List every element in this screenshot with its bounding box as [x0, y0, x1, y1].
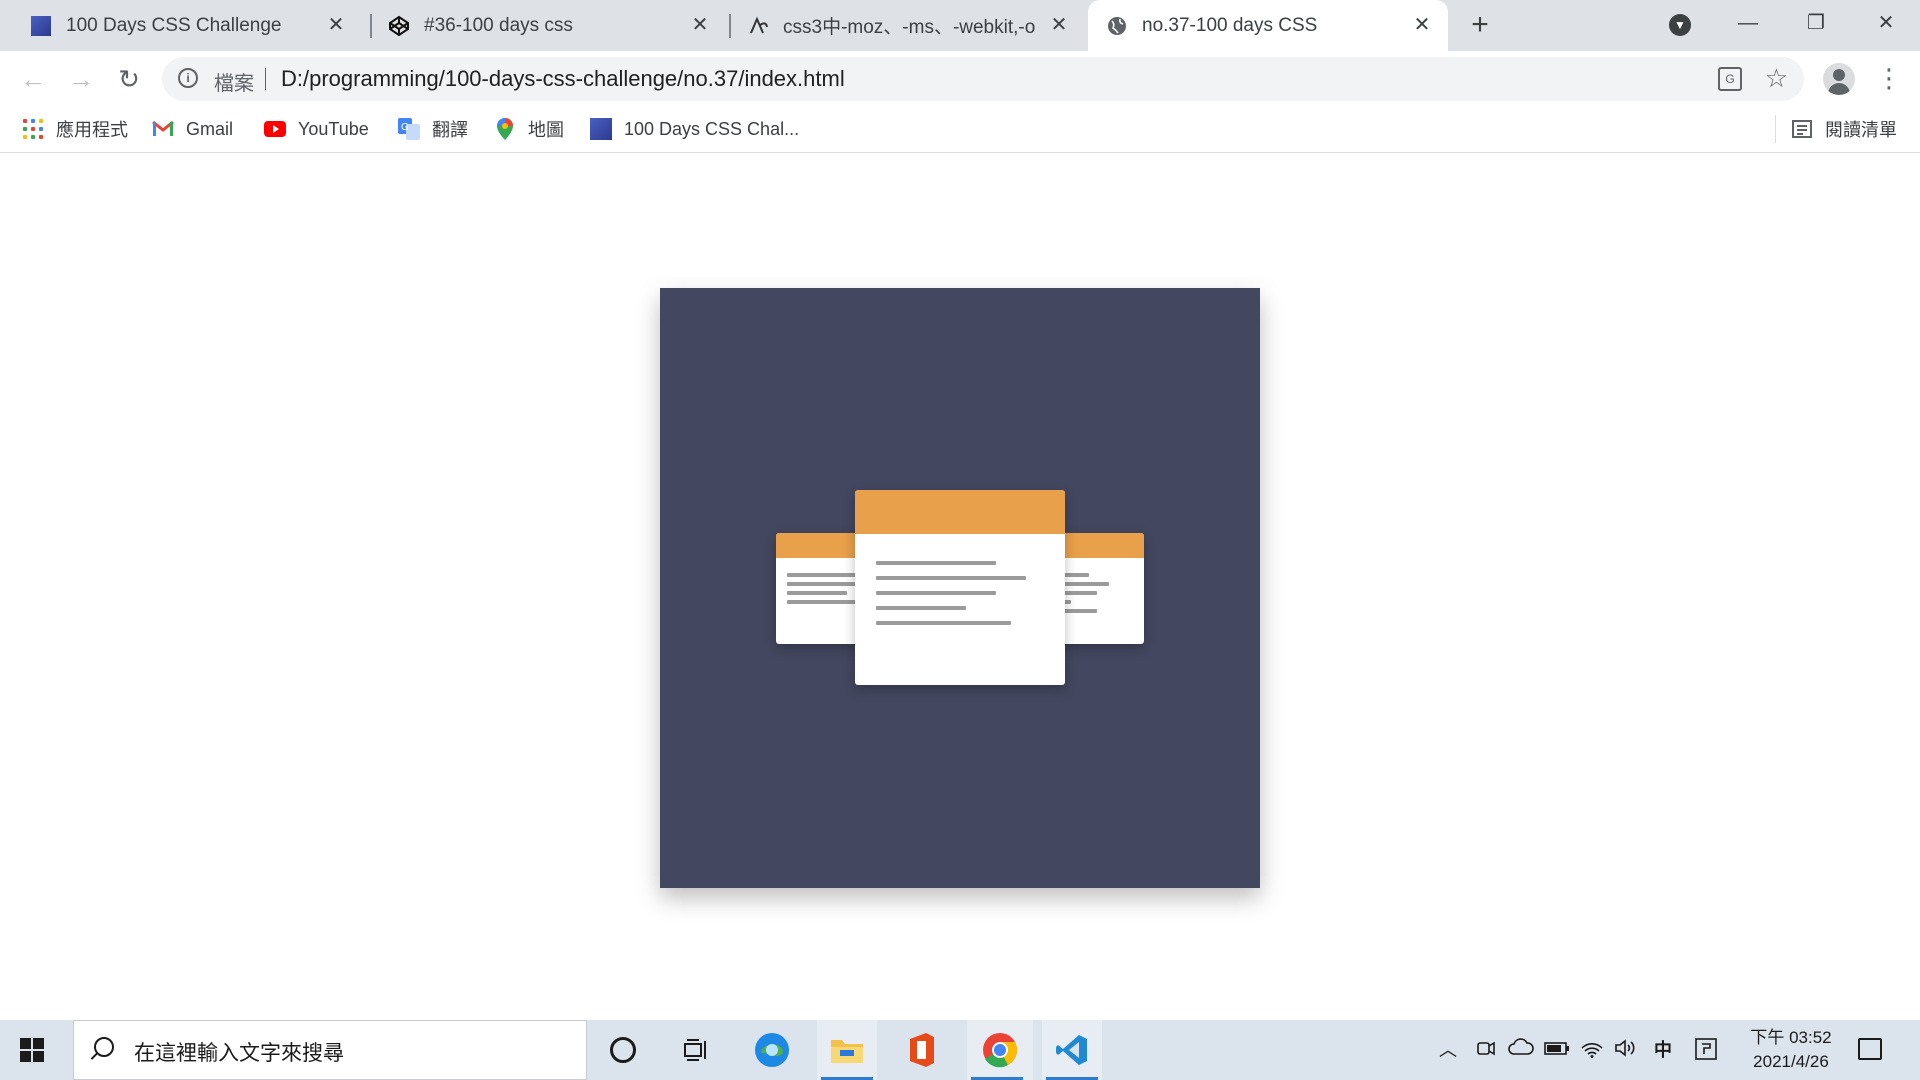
google-maps-icon	[494, 118, 516, 140]
bookmarks-bar: 應用程式 Gmail YouTube G 翻譯 地圖 100 Days CSS …	[0, 107, 1920, 153]
tab-title: 100 Days CSS Challenge	[66, 14, 282, 36]
input-mode-icon[interactable]	[1694, 1038, 1718, 1066]
bookmark-label: 地圖	[528, 120, 564, 140]
codepen-icon	[388, 15, 410, 37]
notification-center-icon[interactable]	[1858, 1038, 1882, 1060]
apps-grid-icon	[22, 118, 44, 140]
reload-icon[interactable]: ↻	[114, 64, 144, 94]
gmail-icon	[152, 118, 174, 140]
minimize-icon[interactable]: —	[1728, 8, 1768, 38]
blue-square-favicon	[30, 15, 52, 37]
vscode-icon[interactable]	[1042, 1020, 1102, 1080]
scheme-label: 檔案	[214, 73, 254, 95]
chrome-icon[interactable]	[967, 1020, 1033, 1080]
wifi-icon[interactable]	[1580, 1038, 1604, 1064]
tab-title: css3中-moz、-ms、-webkit,-o	[783, 17, 1036, 38]
divider	[265, 68, 266, 90]
bookmark-youtube[interactable]: YouTube	[264, 116, 369, 142]
restore-icon[interactable]: ❐	[1796, 8, 1836, 38]
divider	[1775, 115, 1776, 143]
tab-search-icon[interactable]: ▼	[1669, 14, 1691, 36]
svg-text:G: G	[401, 122, 409, 133]
bookmark-apps[interactable]: 應用程式	[22, 116, 128, 142]
reading-list-icon	[1791, 118, 1813, 140]
bookmark-label: 翻譯	[432, 120, 468, 140]
more-menu-icon[interactable]: ⋮	[1876, 63, 1902, 93]
forward-arrow-icon[interactable]: →	[66, 64, 96, 94]
search-icon	[94, 1037, 114, 1057]
site-info-icon[interactable]: i	[178, 68, 198, 88]
ime-indicator[interactable]: 中	[1650, 1038, 1676, 1062]
task-view-icon[interactable]	[666, 1020, 726, 1080]
youtube-icon	[264, 118, 286, 140]
bookmark-translate[interactable]: G 翻譯	[398, 116, 468, 142]
text-line	[876, 561, 996, 565]
tab-no37-100-days-css[interactable]: no.37-100 days CSS ✕	[1088, 0, 1448, 51]
bookmark-label: 100 Days CSS Chal...	[624, 118, 800, 139]
tab-100-days-css-challenge[interactable]: 100 Days CSS Challenge ✕	[16, 0, 362, 51]
text-line	[876, 621, 1011, 625]
bookmark-gmail[interactable]: Gmail	[152, 116, 233, 142]
back-arrow-icon[interactable]: ←	[18, 64, 48, 94]
bookmark-100-days-css[interactable]: 100 Days CSS Chal...	[590, 116, 799, 142]
office-icon[interactable]	[892, 1020, 952, 1080]
new-tab-plus-icon[interactable]: +	[1466, 10, 1494, 40]
windows-start-icon[interactable]	[20, 1038, 44, 1062]
tab-css3-prefixes[interactable]: css3中-moz、-ms、-webkit,-o ✕	[733, 0, 1085, 51]
text-line	[787, 591, 847, 595]
bookmark-label: YouTube	[298, 118, 369, 139]
card-header	[855, 490, 1065, 534]
google-translate-icon: G	[398, 118, 420, 140]
cortana-icon[interactable]	[593, 1020, 653, 1080]
close-icon[interactable]: ✕	[324, 13, 348, 37]
search-placeholder: 在這裡輸入文字來搜尋	[134, 1042, 344, 1065]
window-close-icon[interactable]: ✕	[1866, 8, 1906, 38]
bookmark-label: Gmail	[186, 118, 234, 139]
close-icon[interactable]: ✕	[1410, 13, 1434, 37]
close-icon[interactable]: ✕	[688, 13, 712, 37]
text-line	[876, 591, 996, 595]
address-bar[interactable]: i 檔案 D:/programming/100-days-css-challen…	[162, 57, 1804, 101]
url-text[interactable]: D:/programming/100-days-css-challenge/no…	[281, 66, 845, 92]
onedrive-cloud-icon[interactable]	[1508, 1038, 1534, 1062]
tab-divider	[729, 14, 731, 38]
profile-avatar-icon[interactable]	[1823, 63, 1855, 95]
globe-icon	[1106, 15, 1128, 37]
edge-browser-icon[interactable]	[742, 1020, 802, 1080]
document-card-center	[855, 490, 1065, 685]
file-explorer-icon[interactable]	[817, 1020, 877, 1080]
browser-toolbar: ← → ↻ i 檔案 D:/programming/100-days-css-c…	[0, 51, 1920, 107]
tab-strip: 100 Days CSS Challenge ✕ #36-100 days cs…	[0, 0, 1920, 51]
battery-icon[interactable]	[1544, 1038, 1570, 1062]
taskbar-search-input[interactable]: 在這裡輸入文字來搜尋	[73, 1020, 587, 1080]
blue-square-favicon	[590, 118, 612, 140]
tab-title: #36-100 days css	[424, 14, 573, 36]
tool-favicon	[747, 15, 769, 37]
clock-date: 2021/4/26	[1753, 1052, 1829, 1071]
text-line	[876, 576, 1026, 580]
show-hidden-icons-chevron-up-icon[interactable]: ︿	[1438, 1038, 1458, 1062]
demo-frame	[660, 288, 1260, 888]
tab-36-100-days-css[interactable]: #36-100 days css ✕	[374, 0, 726, 51]
tab-title: no.37-100 days CSS	[1142, 14, 1318, 36]
volume-icon[interactable]	[1614, 1038, 1638, 1064]
bookmark-label: 應用程式	[56, 120, 128, 140]
reading-list-label: 閱讀清單	[1825, 120, 1897, 140]
close-icon[interactable]: ✕	[1047, 13, 1071, 37]
bookmark-star-icon[interactable]: ☆	[1765, 63, 1788, 94]
tab-divider	[370, 14, 372, 38]
bookmark-maps[interactable]: 地圖	[494, 116, 564, 142]
text-line	[876, 606, 966, 610]
clock-time: 下午 03:52	[1750, 1028, 1832, 1047]
system-clock[interactable]: 下午 03:52 2021/4/26	[1736, 1026, 1846, 1074]
meet-now-icon[interactable]	[1474, 1038, 1498, 1064]
page-content	[0, 153, 1920, 1020]
translate-icon[interactable]: G	[1718, 67, 1742, 91]
reading-list-button[interactable]: 閱讀清單	[1791, 116, 1897, 142]
windows-taskbar: 在這裡輸入文字來搜尋 ︿ 中 下午 03:52 2021/4/26	[0, 1020, 1920, 1080]
